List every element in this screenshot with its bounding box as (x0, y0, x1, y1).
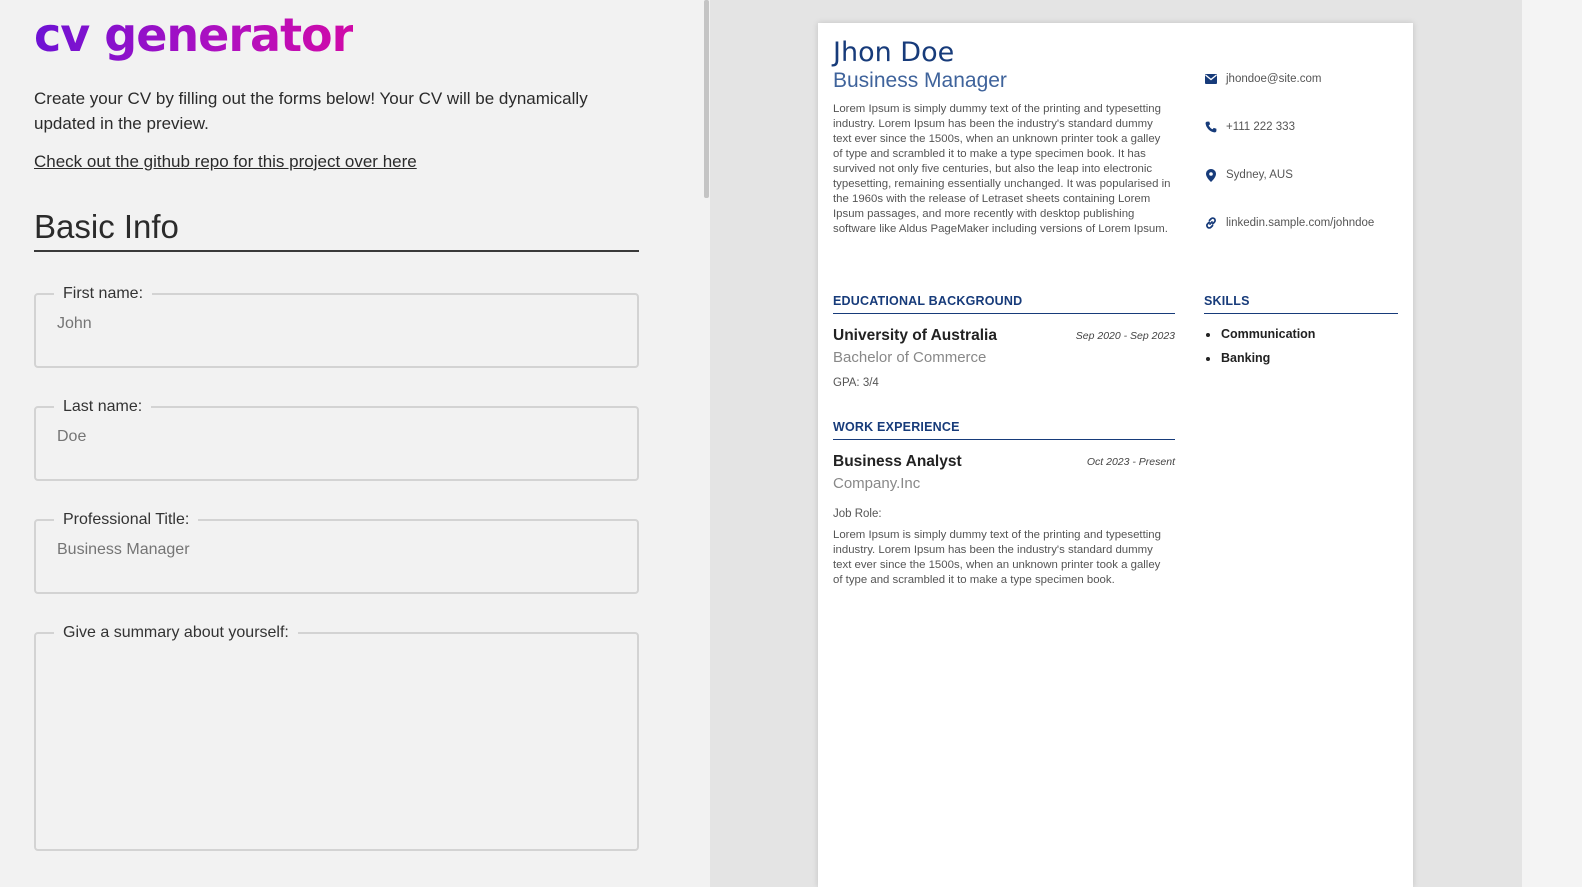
education-dates: Sep 2020 - Sep 2023 (1075, 330, 1175, 342)
work-role-label: Job Role: (833, 508, 882, 520)
envelope-icon (1204, 72, 1218, 86)
link-icon (1204, 216, 1218, 230)
work-heading: WORK EXPERIENCE (833, 420, 1175, 440)
contact-location: Sydney, AUS (1204, 168, 1293, 182)
summary-label: Give a summary about yourself: (63, 624, 289, 641)
professional-title-input[interactable] (54, 529, 619, 559)
skills-list: Communication Banking (1204, 327, 1315, 375)
last-name-label: Last name: (63, 398, 143, 415)
contact-email-text: jhondoe@site.com (1226, 73, 1322, 85)
contact-phone: +111 222 333 (1204, 120, 1295, 134)
cv-summary: Lorem Ipsum is simply dummy text of the … (833, 103, 1171, 235)
section-title-basic-info: Basic Info (34, 208, 639, 252)
work-dates: Oct 2023 - Present (1086, 456, 1175, 468)
last-name-input[interactable] (54, 416, 619, 446)
contact-location-text: Sydney, AUS (1226, 169, 1293, 181)
skill-item: Communication (1204, 327, 1315, 341)
professional-title-label: Professional Title: (63, 511, 190, 528)
work-company: Company.Inc (833, 475, 921, 492)
intro-text: Create your CV by filling out the forms … (34, 89, 588, 133)
contact-linkedin[interactable]: linkedin.sample.com/johndoe (1204, 216, 1374, 230)
last-name-fieldset: Last name: (34, 398, 639, 481)
contact-email: jhondoe@site.com (1204, 72, 1321, 86)
phone-icon (1204, 120, 1218, 134)
education-degree: Bachelor of Commerce (833, 349, 987, 366)
cv-page: Jhon Doe Business Manager Lorem Ipsum is… (818, 23, 1413, 887)
education-school: University of Australia (833, 327, 997, 344)
contact-linkedin-text: linkedin.sample.com/johndoe (1226, 217, 1375, 229)
editor-panel: cv generator Create your CV by filling o… (0, 0, 710, 887)
work-position: Business Analyst (833, 453, 962, 470)
work-description: Lorem Ipsum is simply dummy text of the … (833, 529, 1161, 586)
education-heading: EDUCATIONAL BACKGROUND (833, 294, 1175, 314)
first-name-input[interactable] (54, 303, 619, 333)
skills-heading: SKILLS (1204, 294, 1398, 314)
window-edge (1522, 0, 1582, 887)
github-repo-link[interactable]: Check out the github repo for this proje… (34, 152, 417, 172)
professional-title-fieldset: Professional Title: (34, 511, 639, 594)
skill-item: Banking (1204, 351, 1315, 365)
first-name-label: First name: (63, 285, 144, 302)
first-name-fieldset: First name: (34, 285, 639, 368)
app-logo: cv generator (34, 8, 354, 62)
education-gpa: GPA: 3/4 (833, 377, 879, 389)
contact-phone-text: +111 222 333 (1226, 121, 1295, 133)
map-pin-icon (1204, 168, 1218, 182)
cv-name: Jhon Doe (833, 37, 955, 68)
cv-title: Business Manager (833, 69, 1007, 92)
summary-fieldset: Give a summary about yourself: (34, 624, 639, 851)
summary-textarea[interactable] (54, 642, 619, 832)
editor-scrollbar[interactable] (704, 0, 709, 198)
